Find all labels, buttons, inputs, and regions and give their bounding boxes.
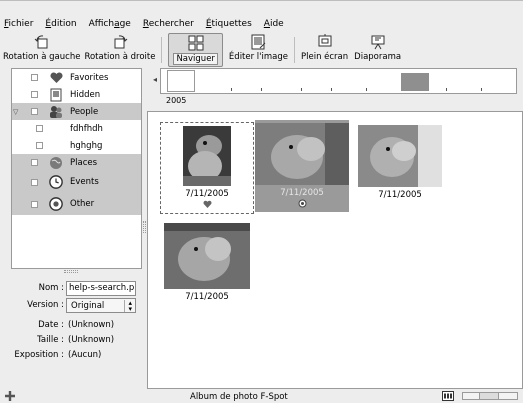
tag-checkbox[interactable] xyxy=(31,159,38,166)
timeline-photo-bar xyxy=(401,73,429,91)
toolbar: Rotation à gauche Rotation à droite Navi… xyxy=(0,33,523,67)
status-bar: Album de photo F-Spot xyxy=(0,389,523,403)
tag-row-hidden[interactable]: Hidden xyxy=(12,86,141,103)
photo-thumbnail[interactable] xyxy=(164,223,250,289)
rotate-left-icon xyxy=(34,35,48,49)
menu-affichage[interactable]: Affichage xyxy=(89,19,131,29)
tag-checkbox[interactable] xyxy=(31,91,38,98)
zoom-slider[interactable] xyxy=(462,392,518,400)
tag-row-events[interactable]: Events xyxy=(12,171,141,193)
tag-checkbox[interactable] xyxy=(31,108,38,115)
timeline-tick xyxy=(301,88,302,91)
info-date-row: Date : (Unknown) xyxy=(38,320,115,330)
rotate-right-icon xyxy=(114,35,128,49)
timeline-tick xyxy=(481,88,482,91)
zoom-grid-icon xyxy=(442,391,454,401)
photo-item[interactable]: 7/11/2005 xyxy=(160,220,254,312)
tag-checkbox[interactable] xyxy=(31,178,38,186)
timeline-tick xyxy=(331,88,332,91)
menu-bar: Fichier Édition Affichage Rechercher Éti… xyxy=(0,15,523,33)
version-select[interactable]: Original ▴ ▾ xyxy=(66,298,136,313)
menu-fichier[interactable]: Fichier xyxy=(4,19,33,29)
menu-aide[interactable]: Aide xyxy=(264,19,284,29)
timeline-tick xyxy=(366,88,367,91)
tag-tree: Favorites Hidden ▽ People fdhfhdh hghghg xyxy=(11,68,142,269)
photo-item[interactable]: 7/11/2005 xyxy=(160,122,254,214)
timeline[interactable] xyxy=(160,68,517,94)
timeline-tick xyxy=(231,88,232,91)
tag-checkbox[interactable] xyxy=(36,125,43,132)
tag-row-other[interactable]: Other xyxy=(12,193,141,215)
hidden-icon xyxy=(49,88,63,102)
timeline-scroll-left-icon[interactable]: ◂ xyxy=(153,75,157,84)
select-arrows-icon: ▴ ▾ xyxy=(124,300,132,313)
timeline-tick xyxy=(446,88,447,91)
tag-checkbox[interactable] xyxy=(36,142,43,149)
tag-checkbox[interactable] xyxy=(31,200,38,208)
browse-icon xyxy=(188,35,204,51)
timeline-handle[interactable] xyxy=(167,70,195,92)
tag-circle-icon xyxy=(298,199,306,208)
info-exposure-row: Exposition : (Aucun) xyxy=(14,350,102,360)
timeline-tick xyxy=(261,88,262,91)
fullscreen-button[interactable]: Plein écran xyxy=(301,33,348,67)
info-name-row: Nom : help-s-search.pn xyxy=(0,281,142,296)
sidebar-splitter-handle[interactable] xyxy=(64,270,78,273)
people-icon xyxy=(49,105,63,119)
other-icon xyxy=(49,197,63,211)
photo-item[interactable]: 7/11/2005 xyxy=(353,122,447,214)
heart-icon xyxy=(202,200,212,208)
menu-rechercher[interactable]: Rechercher xyxy=(143,19,194,29)
rotate-left-button[interactable]: Rotation à gauche xyxy=(3,33,80,67)
toolbar-separator-2 xyxy=(293,37,295,63)
tag-row-hghghg[interactable]: hghghg xyxy=(12,137,141,154)
edit-image-button[interactable]: Éditer l'image xyxy=(229,33,288,67)
name-field[interactable]: help-s-search.pn xyxy=(66,281,136,296)
tag-row-favorites[interactable]: Favorites xyxy=(12,69,141,86)
heart-icon xyxy=(49,71,63,85)
photo-grid[interactable]: 7/11/2005 7/11/2005 7/11/2005 7/11/2005 xyxy=(147,111,523,389)
clock-icon xyxy=(49,175,63,189)
photo-thumbnail[interactable] xyxy=(358,125,442,187)
tag-row-fdhfhdh[interactable]: fdhfhdh xyxy=(12,120,141,137)
globe-icon xyxy=(49,156,63,170)
tag-checkbox[interactable] xyxy=(31,74,38,81)
photo-thumbnail[interactable] xyxy=(183,126,231,186)
menu-etiquettes[interactable]: Étiquettes xyxy=(206,19,252,29)
f-spot-window: Fichier Édition Affichage Rechercher Éti… xyxy=(0,0,523,403)
zoom-slider-thumb[interactable] xyxy=(479,392,499,400)
expander-open-icon[interactable]: ▽ xyxy=(13,108,18,116)
photo-item[interactable]: 7/11/2005 xyxy=(255,120,349,212)
slideshow-icon xyxy=(371,35,385,50)
edit-image-icon xyxy=(251,34,266,50)
menu-edition[interactable]: Édition xyxy=(45,19,76,29)
timeline-year-label: 2005 xyxy=(166,96,187,105)
tag-row-people[interactable]: ▽ People xyxy=(12,103,141,120)
fullscreen-icon xyxy=(318,34,332,47)
add-tag-icon[interactable] xyxy=(4,390,16,402)
pane-splitter-handle[interactable] xyxy=(143,221,146,233)
info-size-row: Taille : (Unknown) xyxy=(37,335,115,345)
tag-row-places[interactable]: Places xyxy=(12,154,141,171)
browse-button[interactable]: Naviguer xyxy=(168,33,223,67)
slideshow-button[interactable]: Diaporama xyxy=(354,33,401,67)
info-version-row: Version : Original ▴ ▾ xyxy=(0,298,142,313)
toolbar-separator xyxy=(161,37,163,63)
photo-thumbnail[interactable] xyxy=(255,123,349,185)
rotate-right-button[interactable]: Rotation à droite xyxy=(84,33,155,67)
